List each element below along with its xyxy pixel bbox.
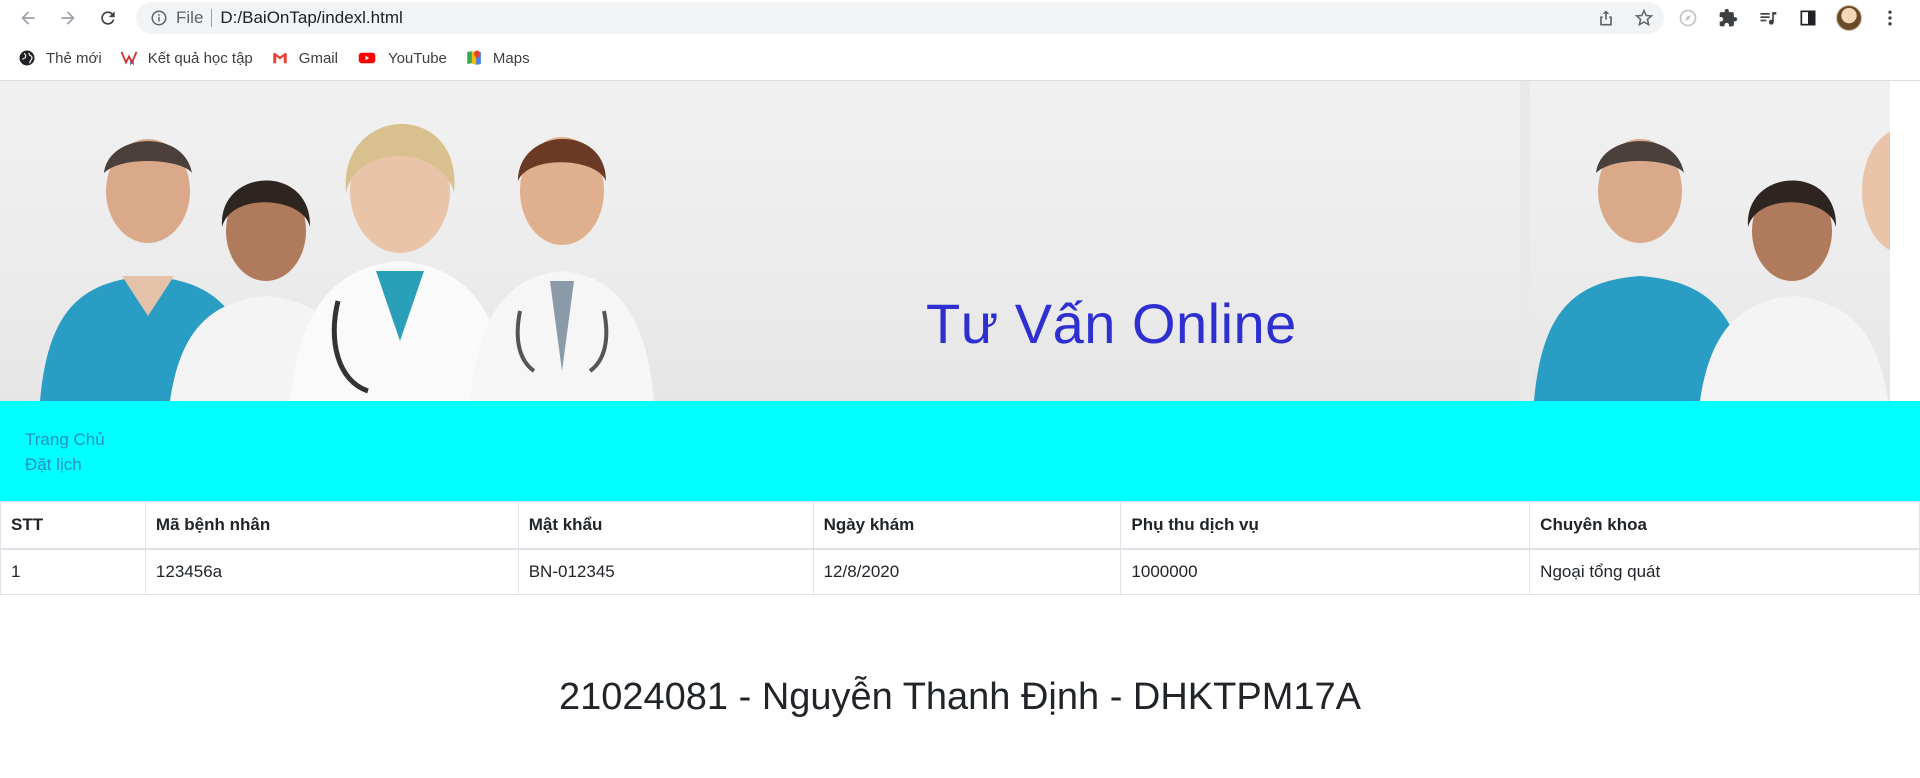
youtube-icon — [356, 49, 378, 67]
banner-seam — [1520, 81, 1530, 401]
share-icon[interactable] — [1596, 8, 1616, 28]
bookmark-maps[interactable]: Maps — [465, 44, 530, 72]
school-logo-icon: H — [120, 49, 138, 67]
table-row: 1 123456a BN-012345 12/8/2020 1000000 Ng… — [0, 548, 1920, 595]
more-menu-icon[interactable] — [1878, 6, 1902, 30]
table-cell-specialty: Ngoại tổng quát — [1529, 548, 1920, 595]
url-scheme-label: File — [176, 8, 204, 27]
column-header-stt: STT — [0, 501, 146, 550]
arrow-right-icon — [61, 11, 75, 25]
maps-icon — [465, 49, 483, 67]
bookmark-ket-qua-hoc-tap[interactable]: H Kết quả học tập — [120, 44, 253, 72]
student-info-footer: 21024081 - Nguyễn Thanh Định - DHKTPM17A — [559, 676, 1361, 718]
globe-icon — [18, 49, 36, 67]
gmail-icon — [271, 49, 289, 67]
profile-avatar[interactable] — [1836, 5, 1862, 31]
column-header-password: Mật khẩu — [517, 501, 814, 550]
info-icon[interactable] — [150, 9, 168, 27]
back-button[interactable] — [14, 4, 42, 32]
side-panel-icon[interactable] — [1796, 6, 1820, 30]
table-cell-stt: 1 — [0, 548, 146, 595]
extensions-puzzle-icon[interactable] — [1716, 6, 1740, 30]
doctors-illustration-repeat — [1534, 131, 1890, 401]
bookmark-label: Maps — [492, 49, 530, 67]
bookmark-new-tab[interactable]: Thẻ mới — [18, 44, 102, 72]
star-icon[interactable] — [1634, 8, 1654, 28]
bookmark-gmail[interactable]: Gmail — [271, 44, 338, 72]
column-header-service-fee: Phụ thu dịch vụ — [1120, 501, 1531, 550]
nav-links: Trang Chủ Đặt lịch — [25, 429, 105, 476]
arrow-left-icon — [21, 11, 35, 25]
nav-bar: Trang Chủ Đặt lịch — [0, 401, 1920, 501]
table-header-row: STT Mã bệnh nhân Mật khẩu Ngày khám Phụ … — [0, 501, 1920, 550]
reload-icon — [101, 11, 115, 25]
column-header-patient-id: Mã bệnh nhân — [144, 501, 519, 550]
browser-toolbar: File D:/BaiOnTap/indexl.html — [0, 0, 1920, 36]
bookmark-label: YouTube — [387, 49, 447, 67]
compass-extension-icon[interactable] — [1676, 6, 1700, 30]
table-cell-patient-id: 123456a — [144, 548, 519, 595]
patient-table: STT Mã bệnh nhân Mật khẩu Ngày khám Phụ … — [0, 501, 1920, 595]
url-text[interactable]: D:/BaiOnTap/indexl.html — [220, 8, 402, 28]
url-separator — [211, 9, 213, 27]
forward-button[interactable] — [54, 4, 82, 32]
media-queue-icon[interactable] — [1756, 6, 1780, 30]
address-bar[interactable]: File D:/BaiOnTap/indexl.html — [136, 2, 1664, 34]
bookmark-label: Gmail — [298, 49, 338, 67]
banner-title: Tư Vấn Online — [926, 292, 1297, 355]
reload-button[interactable] — [94, 4, 122, 32]
column-header-specialty: Chuyên khoa — [1529, 501, 1920, 550]
doctors-illustration — [40, 123, 654, 401]
column-header-exam-date: Ngày khám — [812, 501, 1122, 550]
table-cell-exam-date: 12/8/2020 — [812, 548, 1122, 595]
svg-text:H: H — [129, 62, 133, 68]
table-cell-service-fee: 1000000 — [1120, 548, 1531, 595]
nav-link-booking[interactable]: Đặt lịch — [25, 454, 105, 476]
bookmark-label: Kết quả học tập — [147, 49, 253, 67]
nav-link-home[interactable]: Trang Chủ — [25, 429, 105, 451]
table-cell-password: BN-012345 — [517, 548, 814, 595]
bookmark-label: Thẻ mới — [46, 49, 102, 67]
banner-image: Tư Vấn Online — [0, 81, 1890, 401]
bookmark-youtube[interactable]: YouTube — [356, 44, 447, 72]
bookmarks-bar: Thẻ mới H Kết quả học tập Gmail YouTube … — [0, 41, 1920, 75]
